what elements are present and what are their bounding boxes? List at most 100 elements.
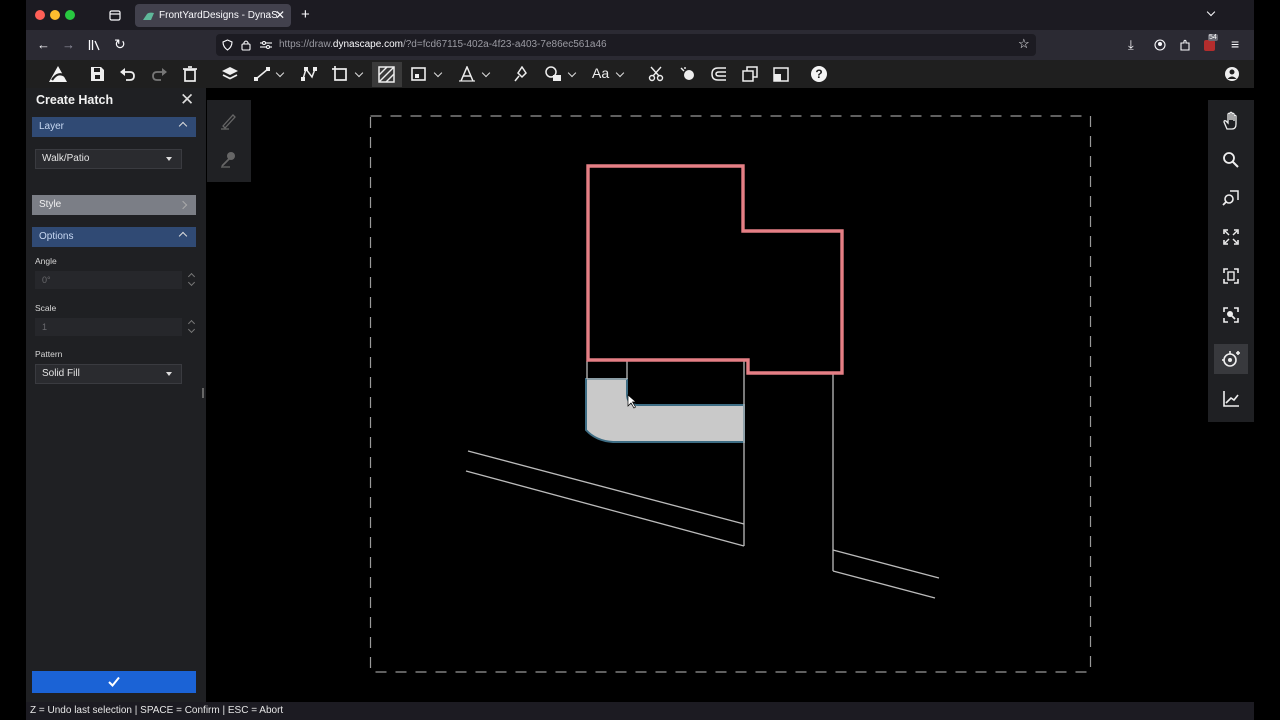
options-section-header[interactable]: Options [32,227,196,247]
tab-overview-icon[interactable] [109,9,121,21]
user-account-icon[interactable] [1223,66,1241,82]
layer-select[interactable]: Walk/Patio [35,149,182,169]
shield-icon[interactable] [222,39,233,51]
drawing-svg[interactable] [206,88,1208,702]
library-icon[interactable] [88,39,101,51]
hatch-icon [378,66,395,83]
zoom-page-icon[interactable] [1221,266,1241,286]
confirm-button[interactable] [32,671,196,693]
panel-title: Create Hatch [36,93,114,107]
snap-target-icon [1222,351,1240,367]
edit-nodes-icon[interactable] [300,66,318,82]
layer-select-value: Walk/Patio [42,153,90,164]
permissions-icon[interactable] [260,40,272,50]
account-icon[interactable] [1154,39,1166,51]
lock-icon[interactable] [241,39,251,51]
pattern-select-value: Solid Fill [42,368,80,379]
plant-label-icon[interactable] [458,66,476,82]
angle-input[interactable]: 0° [35,271,182,289]
angle-stepper[interactable] [187,271,196,289]
extensions-puzzle-icon[interactable] [1179,39,1191,51]
hatch-tool-button[interactable] [372,62,402,87]
panel-resize-handle[interactable] [202,388,204,398]
text-tool-icon[interactable]: Aa [592,65,609,81]
layer-section-label: Layer [39,121,65,132]
list-all-tabs-chevron-down-icon[interactable] [1206,7,1216,17]
pattern-select[interactable]: Solid Fill [35,364,182,384]
browser-tab[interactable]: FrontYardDesigns - DynaScape ✕ [135,4,291,27]
line-tool-icon[interactable] [253,66,271,82]
house-outline[interactable] [586,164,844,375]
url-text[interactable]: https://draw.dynascape.com/?d=fcd67115-4… [279,39,607,50]
label-tool-chevron-down-icon[interactable] [481,68,491,78]
chevron-right-icon [178,200,188,210]
mirror-icon[interactable] [772,66,790,82]
create-hatch-panel: Create Hatch ✕ Layer Walk/Patio Style Op… [26,88,206,702]
pattern-label: Pattern [35,349,63,359]
explode-icon[interactable] [679,66,697,82]
pan-hand-icon[interactable] [1221,111,1241,131]
stamp-tool-icon[interactable] [513,66,531,82]
dynascape-logo-icon[interactable] [48,65,68,83]
extension-shield-icon [1204,40,1215,51]
view-toolbar [1208,100,1254,422]
forward-arrow-icon[interactable]: → [62,37,75,53]
rectangle-tool-icon[interactable] [331,66,349,82]
navigation-bar: ← → ↻ https://draw.dynascape.com/?d=fcd6… [26,30,1254,60]
save-icon[interactable] [88,66,106,82]
bookmark-star-icon[interactable]: ☆ [1018,36,1030,52]
delete-trash-icon[interactable] [181,66,199,82]
extension-badge: 54 [1208,34,1218,41]
url-bar[interactable]: https://draw.dynascape.com/?d=fcd67115-4… [216,34,1036,56]
help-button[interactable]: ? [811,66,827,82]
checkmark-icon [108,676,120,687]
minimize-window-button[interactable] [50,10,60,20]
symbol-tool-chevron-down-icon[interactable] [567,68,577,78]
url-path: /?d=fcd67115-402a-4f23-a403-7e86ec561a46 [402,39,607,50]
dropdown-arrow-icon [166,157,172,161]
scale-stepper[interactable] [187,318,196,336]
zoom-extents-icon[interactable] [1221,227,1241,247]
curb-line [832,570,936,599]
downloads-icon[interactable]: ⤓ [1128,37,1134,53]
close-tab-icon[interactable]: ✕ [275,8,285,22]
curb-line [832,549,940,579]
zoom-selection-icon[interactable] [1221,305,1241,325]
undo-icon[interactable] [119,66,137,82]
angle-label: Angle [35,256,57,266]
line-tool-chevron-down-icon[interactable] [275,68,285,78]
close-window-button[interactable] [35,10,45,20]
options-section-label: Options [39,231,74,242]
help-icon: ? [815,67,823,81]
block-tool-icon[interactable] [410,66,428,82]
extension-button[interactable]: 54 [1204,34,1218,52]
shape-tool-chevron-down-icon[interactable] [354,68,364,78]
curb-line [467,450,745,525]
new-tab-icon[interactable]: + [301,6,310,23]
snap-toggle-button[interactable] [1214,344,1248,374]
chevron-up-icon [178,121,188,131]
text-tool-chevron-down-icon[interactable] [615,68,625,78]
walk-patio-hatch-fill[interactable] [585,378,745,443]
measure-graph-icon[interactable] [1221,389,1241,409]
redo-icon[interactable] [150,66,168,82]
status-bar: Z = Undo last selection | SPACE = Confir… [26,702,1254,720]
style-section-header[interactable]: Style [32,195,196,215]
drawing-canvas[interactable] [206,88,1254,702]
app-menu-icon[interactable]: ≡ [1231,36,1239,52]
layers-icon[interactable] [221,66,239,82]
symbol-library-icon[interactable] [544,66,562,82]
zoom-window-icon[interactable] [1221,188,1241,208]
scale-input[interactable]: 1 [35,318,182,336]
maximize-window-button[interactable] [65,10,75,20]
copy-icon[interactable] [741,66,759,82]
offset-icon[interactable] [710,66,728,82]
close-panel-icon[interactable]: ✕ [180,90,194,110]
block-tool-chevron-down-icon[interactable] [433,68,443,78]
layer-section-header[interactable]: Layer [32,117,196,137]
zoom-magnifier-icon[interactable] [1221,150,1241,170]
back-arrow-icon[interactable]: ← [37,37,50,53]
scissors-trim-icon[interactable] [648,66,666,82]
app-toolbar: Aa ? [26,60,1254,88]
reload-icon[interactable]: ↻ [114,36,126,52]
